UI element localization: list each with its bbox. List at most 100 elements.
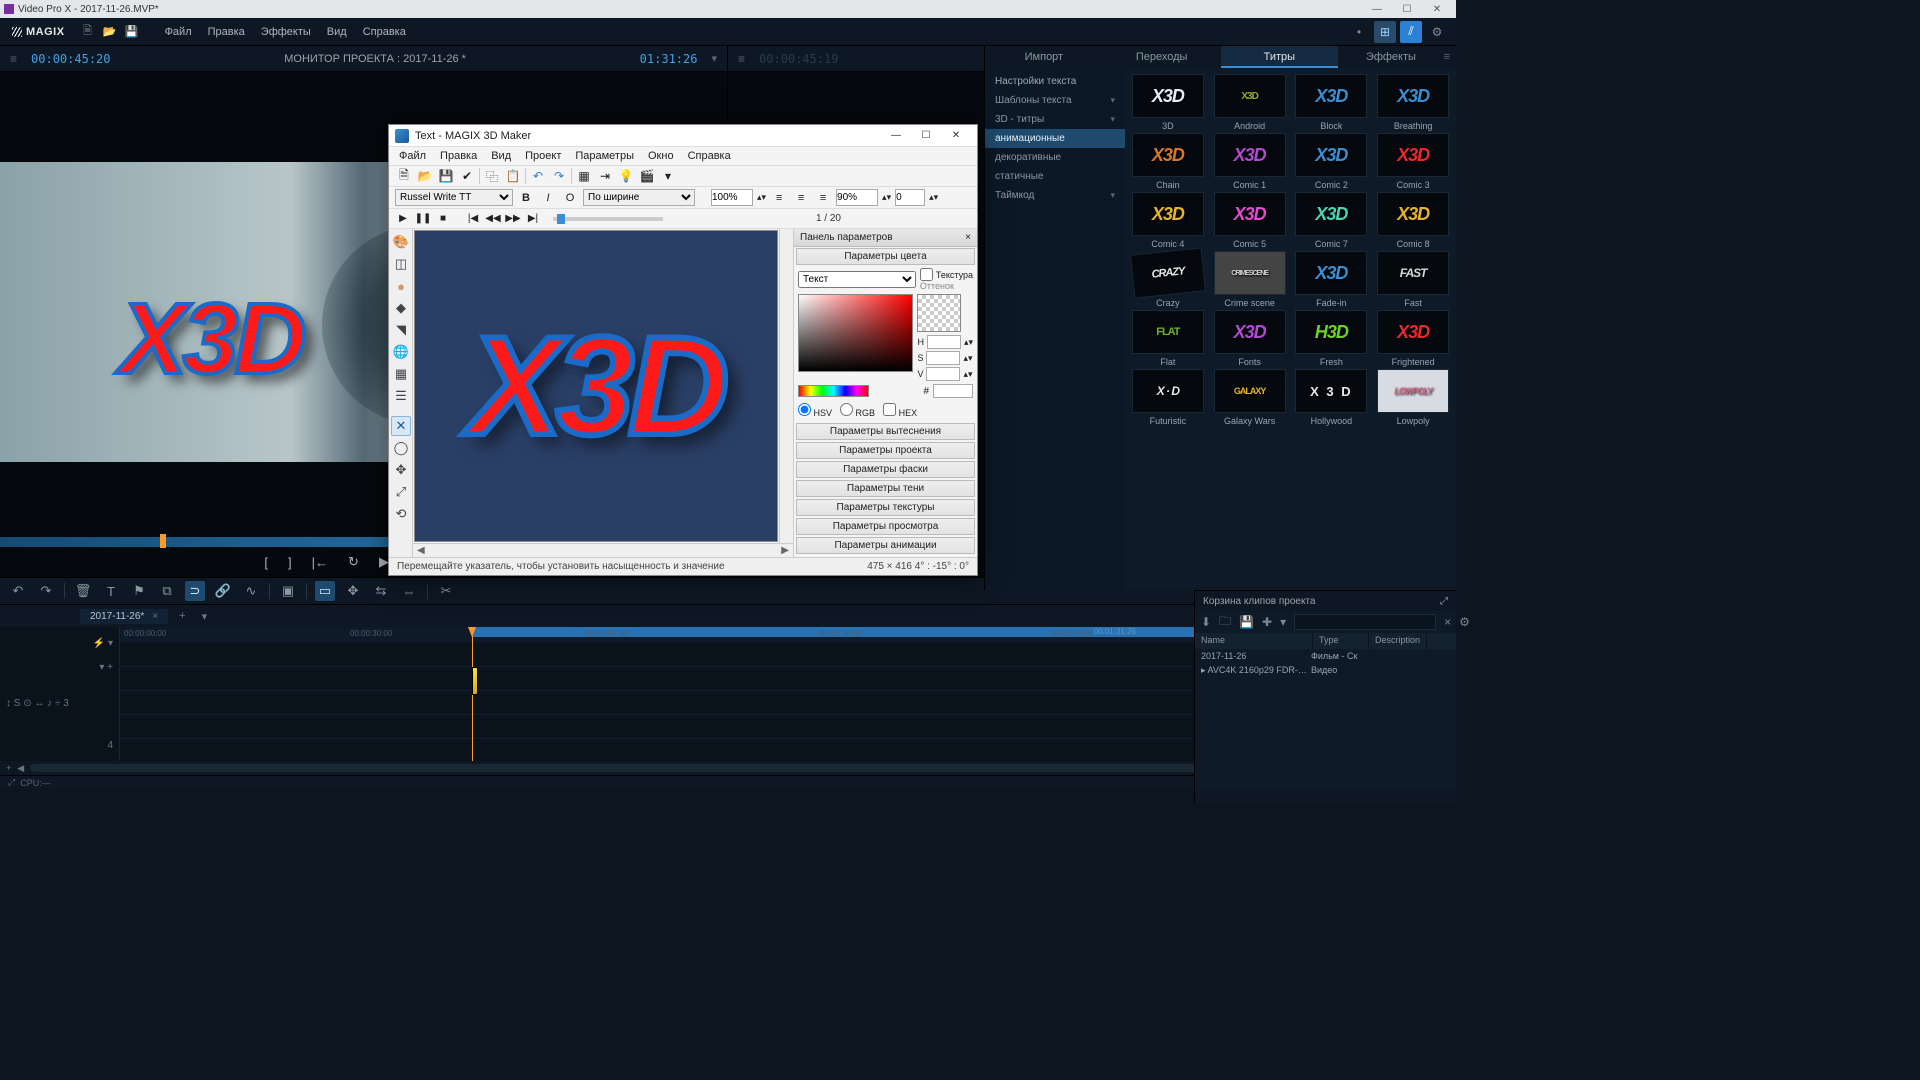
move-tool-icon[interactable]: ✥ [343, 581, 363, 601]
3d-canvas[interactable]: X3D [414, 230, 778, 542]
color-tool-icon[interactable]: 🎨 [391, 232, 411, 252]
color-target-select[interactable]: Текст [798, 271, 916, 288]
save-icon[interactable]: 💾 [121, 21, 143, 43]
preset-item[interactable]: X 3 DHollywood [1293, 369, 1371, 426]
preset-item[interactable]: X · DFuturistic [1129, 369, 1207, 426]
templates-row[interactable]: Шаблоны текста [985, 91, 1125, 110]
preset-item[interactable]: X3DBreathing [1374, 74, 1452, 131]
dmenu-view[interactable]: Вид [491, 150, 511, 162]
preset-item[interactable]: X3DComic 2 [1293, 133, 1371, 190]
folder-icon[interactable]: 🗀 [1219, 612, 1231, 633]
hamburger-icon[interactable]: ≡ [10, 52, 17, 66]
preset-item[interactable]: X3DFrightened [1374, 310, 1452, 367]
project-tc-in[interactable]: 00:00:45:20 [31, 52, 110, 66]
text-settings-link[interactable]: Настройки текста [985, 72, 1125, 91]
menu-effects[interactable]: Эффекты [253, 18, 319, 46]
dmenu-window[interactable]: Окно [648, 150, 674, 162]
layers-tool-icon[interactable]: ☰ [391, 386, 411, 406]
hue-slider[interactable] [798, 385, 869, 397]
sphere-tool-icon[interactable]: ● [391, 276, 411, 296]
section-texture[interactable]: Параметры текстуры [796, 499, 975, 516]
marker-icon[interactable]: ⚑ [129, 581, 149, 601]
preset-item[interactable]: X3DFonts [1211, 310, 1289, 367]
title-tool-icon[interactable]: T [101, 581, 121, 601]
stop-icon[interactable]: ■ [435, 211, 451, 227]
bin-search-input[interactable] [1294, 614, 1436, 630]
new-icon[interactable]: 🗎 [395, 167, 413, 185]
move-tool-icon[interactable]: ✥ [391, 460, 411, 480]
chevron-down-icon[interactable] [711, 52, 717, 65]
align-center-icon[interactable]: ≡ [792, 189, 810, 207]
bin-item[interactable]: 2017-11-26Фильм - Ск [1195, 649, 1456, 663]
dialog-close-button[interactable]: ✕ [941, 126, 971, 146]
rotate-tool-icon[interactable]: ◯ [391, 438, 411, 458]
clear-search-icon[interactable]: × [1444, 615, 1451, 629]
hex-input[interactable] [933, 384, 973, 398]
preset-item[interactable]: CRIMESCENECrime scene [1211, 251, 1289, 308]
play-icon[interactable]: ▶ [395, 211, 411, 227]
expand-icon[interactable]: ⤢ [8, 777, 15, 788]
tab-import[interactable]: Импорт [985, 46, 1103, 68]
bevel-tool-icon[interactable]: ◆ [391, 298, 411, 318]
slip-tool-icon[interactable]: ⇆ [371, 581, 391, 601]
new-file-icon[interactable]: 🗎 [77, 21, 99, 43]
mode-rgb[interactable]: RGB [840, 403, 875, 418]
font-select[interactable]: Russel Write TT [395, 189, 513, 206]
minimize-button[interactable]: — [1362, 1, 1392, 17]
section-color[interactable]: Параметры цвета [796, 248, 975, 265]
h-input[interactable] [927, 335, 961, 349]
close-tab-icon[interactable]: × [152, 611, 158, 622]
copy-icon[interactable]: ⿻ [483, 167, 501, 185]
toggle-a-icon[interactable]: ⊞ [1374, 21, 1396, 43]
preset-item[interactable]: LOWPOLYLowpoly [1374, 369, 1452, 426]
plus-icon[interactable]: + [6, 763, 11, 773]
razor-tool-icon[interactable]: ✂ [436, 581, 456, 601]
next-frame-icon[interactable]: ▶▶ [505, 211, 521, 227]
spacing-input[interactable] [836, 189, 878, 206]
preset-item[interactable]: X3DComic 8 [1374, 192, 1452, 249]
preset-item[interactable]: FLATFlat [1129, 310, 1207, 367]
mark-in-icon[interactable]: [ [264, 555, 268, 570]
mode-hsv[interactable]: HSV [798, 403, 832, 418]
dialog-maximize-button[interactable]: ☐ [911, 126, 941, 146]
save-icon[interactable]: 💾 [1239, 615, 1254, 629]
preset-item[interactable]: X3DComic 4 [1129, 192, 1207, 249]
last-frame-icon[interactable]: ▶| [525, 211, 541, 227]
section-anim[interactable]: Параметры анимации [796, 537, 975, 554]
curve-icon[interactable]: ∿ [241, 581, 261, 601]
canvas-hscroll[interactable]: ◀▶ [413, 543, 793, 557]
prev-frame-icon[interactable]: ◀◀ [485, 211, 501, 227]
texture-checkbox[interactable]: Текстура [920, 268, 973, 281]
paste-icon[interactable]: 📋 [504, 167, 522, 185]
dmenu-help[interactable]: Справка [688, 150, 731, 162]
align-select[interactable]: По ширине [583, 189, 695, 206]
scale-input[interactable] [711, 189, 753, 206]
snap-icon[interactable]: ⊃ [185, 581, 205, 601]
menu-edit[interactable]: Правка [200, 18, 253, 46]
crop-icon[interactable]: ▣ [278, 581, 298, 601]
menu-help[interactable]: Справка [355, 18, 414, 46]
export-icon[interactable]: ⇥ [596, 167, 614, 185]
save-icon[interactable]: 💾 [437, 167, 455, 185]
open-folder-icon[interactable]: 📂 [99, 21, 121, 43]
track-header-4[interactable]: 4 [6, 733, 113, 757]
section-shadow[interactable]: Параметры тени [796, 480, 975, 497]
bin-item[interactable]: ▸ AVC4K 2160p29 FDR-AX1...Видео [1195, 663, 1456, 678]
preset-item[interactable]: X3DChain [1129, 133, 1207, 190]
dmenu-file[interactable]: Файл [399, 150, 426, 162]
preset-item[interactable]: H3DFresh [1293, 310, 1371, 367]
import-icon[interactable]: ⬇ [1201, 615, 1211, 629]
subcat-static[interactable]: статичные [985, 167, 1125, 186]
pause-icon[interactable]: ❚❚ [415, 211, 431, 227]
redo-icon[interactable]: ↷ [550, 167, 568, 185]
menu-file[interactable]: Файл [157, 18, 200, 46]
bin-menu-icon[interactable] [1280, 615, 1286, 629]
scroll-left-icon[interactable]: ◀ [17, 763, 24, 774]
goto-in-icon[interactable]: |← [312, 555, 328, 570]
preset-item[interactable]: X3DBlock [1293, 74, 1371, 131]
preset-item[interactable]: X3D3D [1129, 74, 1207, 131]
stretch-tool-icon[interactable]: ⇔ [399, 581, 419, 601]
preset-item[interactable]: CRAZYCrazy [1129, 251, 1207, 308]
preset-item[interactable]: X3DComic 3 [1374, 133, 1452, 190]
color-field[interactable] [798, 294, 913, 372]
